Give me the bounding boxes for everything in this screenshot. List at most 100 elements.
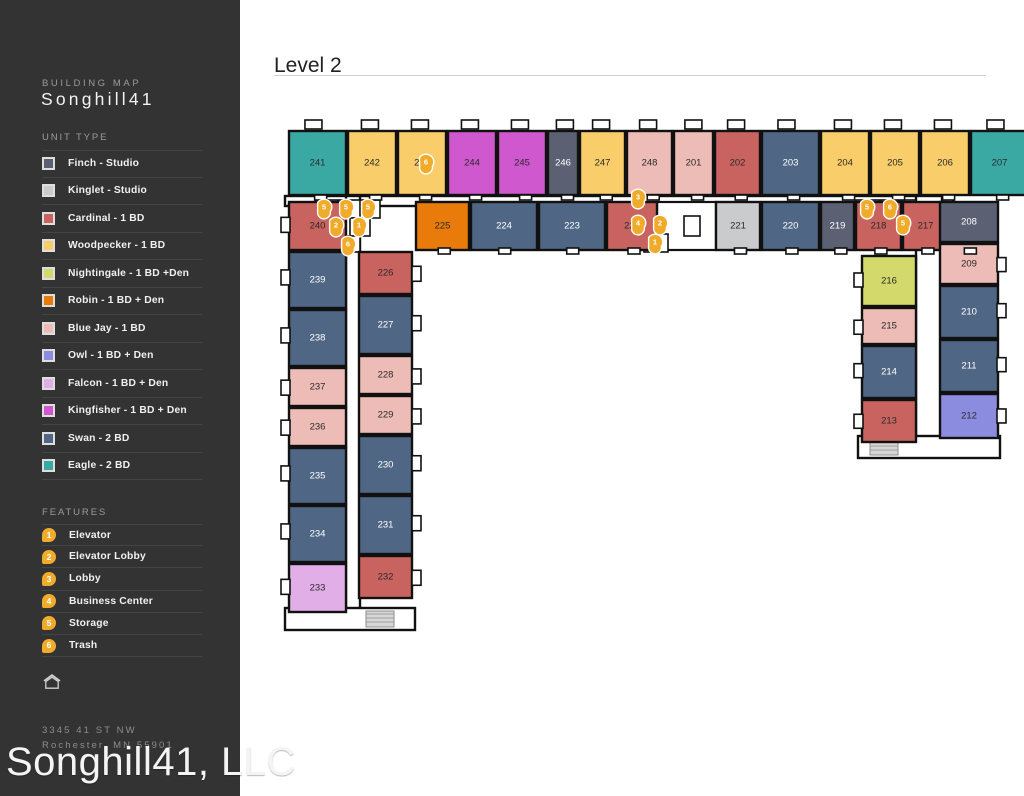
unit-type-legend-item[interactable]: Owl - 1 BD + Den [42, 343, 202, 370]
unit-247[interactable]: 247 [578, 129, 627, 197]
unit-shape [537, 200, 607, 252]
plan-feature-marker-2[interactable]: 2 [652, 214, 669, 236]
feature-legend-item[interactable]: 6 Trash [42, 635, 202, 658]
unit-234[interactable]: 234 [287, 504, 348, 564]
unit-211[interactable]: 211 [938, 338, 1000, 394]
door-notch [599, 194, 614, 201]
unit-248[interactable]: 248 [625, 129, 674, 197]
unit-type-legend-item[interactable]: Woodpecker - 1 BD [42, 233, 202, 260]
unit-type-color-swatch [42, 266, 55, 280]
unit-205[interactable]: 205 [869, 129, 921, 197]
plan-feature-marker-5[interactable]: 5 [859, 198, 876, 220]
unit-245[interactable]: 245 [496, 129, 548, 197]
unit-241[interactable]: 241 [287, 129, 348, 197]
unit-shape [496, 129, 548, 197]
door-notch [726, 119, 746, 130]
unit-type-legend-item[interactable]: Blue Jay - 1 BD [42, 315, 202, 343]
unit-239[interactable]: 239 [287, 250, 348, 310]
plan-feature-marker-6[interactable]: 6 [882, 198, 899, 220]
unit-228[interactable]: 228 [357, 354, 414, 396]
unit-type-color-swatch [42, 184, 55, 198]
unit-216[interactable]: 216 [860, 254, 918, 308]
door-notch [883, 119, 903, 130]
plan-feature-marker-5[interactable]: 5 [360, 198, 377, 220]
marker-number-label: 1 [357, 220, 361, 229]
door-notch [777, 119, 796, 130]
unit-206[interactable]: 206 [919, 129, 971, 197]
unit-203[interactable]: 203 [760, 129, 821, 197]
plan-feature-marker-5[interactable]: 5 [895, 214, 912, 236]
door-notch [996, 256, 1007, 273]
door-notch [280, 216, 291, 234]
unit-242[interactable]: 242 [346, 129, 398, 197]
unit-238[interactable]: 238 [287, 308, 348, 368]
unit-type-legend-item[interactable]: Nightingale - 1 BD +Den [42, 260, 202, 288]
unit-212[interactable]: 212 [938, 392, 1000, 440]
unit-244[interactable]: 244 [446, 129, 498, 197]
feature-legend-item[interactable]: 1 Elevator [42, 524, 202, 547]
plan-feature-marker-5[interactable]: 5 [338, 198, 355, 220]
plan-feature-marker-1[interactable]: 1 [647, 233, 664, 255]
unit-type-legend-item[interactable]: Kinglet - Studio [42, 178, 202, 205]
feature-label: Elevator Lobby [69, 551, 146, 563]
unit-type-legend-item[interactable]: Cardinal - 1 BD [42, 205, 202, 233]
unit-207[interactable]: 207 [969, 129, 1024, 197]
unit-220[interactable]: 220 [760, 200, 821, 252]
plan-feature-marker-4[interactable]: 4 [630, 214, 647, 236]
unit-214[interactable]: 214 [860, 344, 918, 400]
unit-221[interactable]: 221 [714, 200, 762, 252]
feature-legend-item[interactable]: 2 Elevator Lobby [42, 546, 202, 569]
unit-223[interactable]: 223 [537, 200, 607, 252]
unit-219[interactable]: 219 [819, 200, 856, 252]
door-notch [560, 194, 575, 201]
unit-type-legend-item[interactable]: Robin - 1 BD + Den [42, 288, 202, 315]
unit-208[interactable]: 208 [938, 200, 1000, 244]
unit-201[interactable]: 201 [672, 129, 715, 197]
unit-226[interactable]: 226 [357, 250, 414, 296]
unit-231[interactable]: 231 [357, 494, 414, 556]
unit-227[interactable]: 227 [357, 294, 414, 356]
unit-233[interactable]: 233 [287, 562, 348, 614]
feature-legend-item[interactable]: 5 Storage [42, 613, 202, 635]
unit-213[interactable]: 213 [860, 398, 918, 444]
plan-feature-marker-2[interactable]: 2 [328, 216, 345, 238]
unit-type-legend-item[interactable]: Finch - Studio [42, 150, 202, 178]
marker-number-label: 5 [366, 202, 370, 211]
door-notch [411, 314, 422, 332]
plan-feature-marker-6[interactable]: 6 [340, 235, 357, 257]
address-line-2: Rochester, MN 55901 [42, 740, 174, 751]
unit-shape [672, 129, 715, 197]
unit-type-legend-item[interactable]: Swan - 2 BD [42, 425, 202, 453]
unit-237[interactable]: 237 [287, 366, 348, 408]
feature-legend-item[interactable]: 3 Lobby [42, 568, 202, 591]
unit-type-legend-item[interactable]: Falcon - 1 BD + Den [42, 370, 202, 398]
unit-230[interactable]: 230 [357, 434, 414, 496]
unit-232[interactable]: 232 [357, 554, 414, 600]
plan-feature-marker-1[interactable]: 1 [351, 216, 368, 238]
unit-236[interactable]: 236 [287, 406, 348, 448]
unit-235[interactable]: 235 [287, 446, 348, 506]
unit-shape [357, 294, 414, 356]
unit-202[interactable]: 202 [713, 129, 762, 197]
unit-246[interactable]: 246 [546, 129, 580, 197]
unit-shape [287, 366, 348, 408]
door-notch [411, 514, 422, 532]
unit-type-legend: Finch - Studio Kinglet - Studio Cardinal -… [42, 150, 202, 480]
door-notch [646, 194, 661, 201]
unit-215[interactable]: 215 [860, 306, 918, 346]
feature-legend-item[interactable]: 4 Business Center [42, 591, 202, 613]
plan-feature-marker-5[interactable]: 5 [316, 198, 333, 220]
door-notch [411, 454, 422, 472]
unit-225[interactable]: 225 [414, 200, 471, 252]
unit-type-legend-item[interactable]: Kingfisher - 1 BD + Den [42, 398, 202, 425]
plan-feature-marker-6[interactable]: 6 [418, 153, 435, 175]
marker-number-label: 5 [322, 202, 326, 211]
plan-feature-marker-3[interactable]: 3 [630, 188, 647, 210]
unit-229[interactable]: 229 [357, 394, 414, 436]
unit-type-legend-item[interactable]: Eagle - 2 BD [42, 453, 202, 480]
door-notch [853, 362, 864, 379]
marker-number-label: 2 [658, 218, 662, 227]
unit-224[interactable]: 224 [469, 200, 539, 252]
unit-210[interactable]: 210 [938, 284, 1000, 340]
unit-204[interactable]: 204 [819, 129, 871, 197]
